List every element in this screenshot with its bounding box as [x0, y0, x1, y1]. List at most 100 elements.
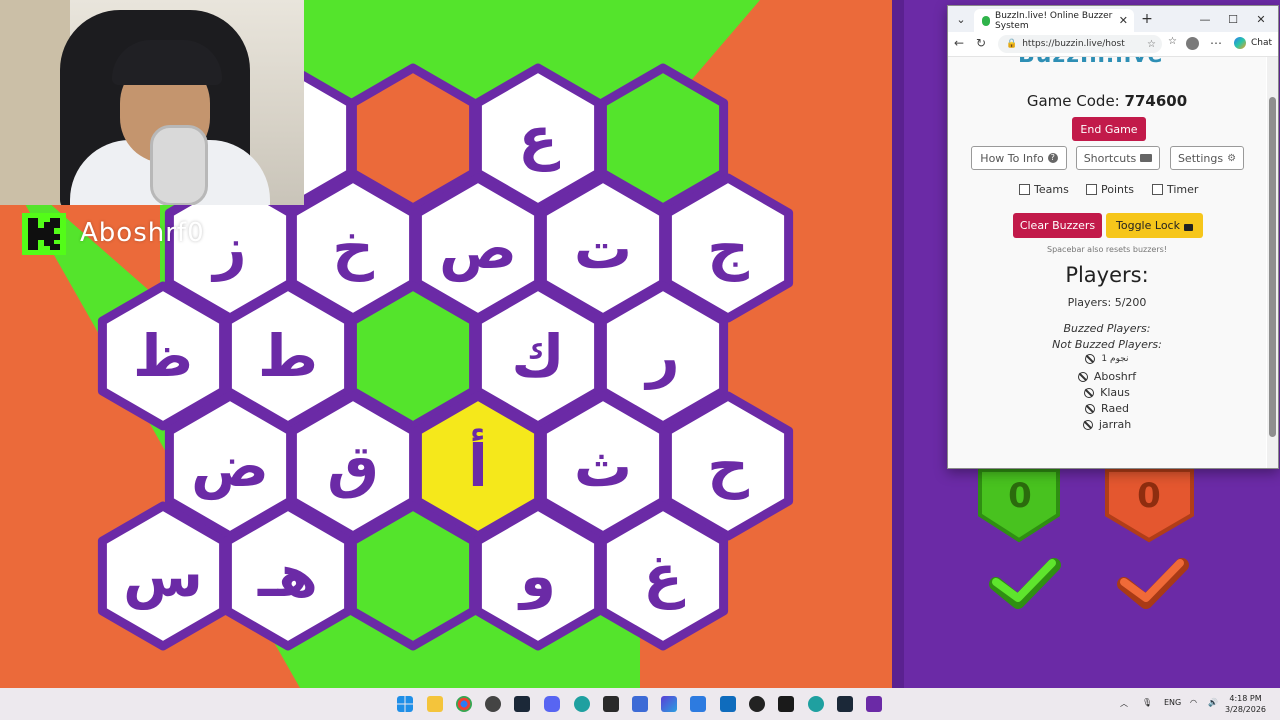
favorites-icon[interactable]: ☆ — [1168, 36, 1177, 47]
points-checkbox[interactable]: Points — [1086, 183, 1134, 196]
tab-title: BuzzIn.live! Online Buzzer System — [995, 10, 1113, 31]
back-icon[interactable]: ← — [954, 36, 964, 50]
refresh-icon[interactable]: ↻ — [976, 36, 986, 50]
store-icon[interactable] — [690, 696, 706, 712]
minimize-icon[interactable]: — — [1198, 10, 1212, 28]
microphone-icon[interactable]: 🎙 — [1142, 698, 1152, 707]
hex-cell[interactable]: و — [472, 501, 604, 651]
gear-icon: ⚙ — [1227, 152, 1237, 164]
player-row[interactable]: Raed — [948, 402, 1266, 415]
close-window-icon[interactable]: ✕ — [1254, 10, 1268, 28]
site-logo: BuzzIn.live — [1018, 57, 1164, 68]
volume-icon[interactable]: 🔊 — [1208, 698, 1218, 707]
address-bar[interactable]: 🔒 https://buzzin.live/host ☆ — [998, 35, 1162, 53]
hex-letter: خ — [332, 214, 374, 282]
tray-chevron-icon[interactable]: ︿ — [1120, 698, 1128, 709]
hex-cell[interactable]: س — [97, 501, 229, 651]
ban-icon[interactable] — [1085, 354, 1096, 364]
windows-start-icon[interactable] — [397, 696, 413, 712]
players-count: Players: 5/200 — [1067, 296, 1147, 309]
settings-button[interactable]: Settings ⚙ — [1170, 146, 1244, 170]
hex-letter: ث — [574, 432, 632, 500]
ban-icon[interactable] — [1084, 387, 1095, 398]
hex-letter: ض — [191, 432, 269, 500]
edge-icon[interactable] — [574, 696, 590, 712]
itunes-icon[interactable] — [485, 696, 501, 712]
m365-icon[interactable] — [661, 696, 677, 712]
end-game-button[interactable]: End Game — [1072, 117, 1146, 141]
hex-letter: ع — [518, 104, 560, 172]
player-row[interactable]: Aboshrf — [948, 370, 1266, 383]
browser-nav-bar: ← ↻ 🔒 https://buzzin.live/host ☆ ☆ ⋯ Cha… — [948, 32, 1278, 57]
lock-icon: 🔒 — [1006, 39, 1018, 49]
edge-active-icon[interactable] — [808, 696, 824, 712]
file-explorer-icon[interactable] — [427, 696, 443, 712]
maximize-icon[interactable]: ☐ — [1226, 10, 1240, 28]
hex-letter: ط — [258, 322, 318, 390]
obs-icon[interactable] — [749, 696, 765, 712]
tab-list-chevron-icon[interactable]: ⌄ — [954, 10, 968, 28]
epic-games-icon[interactable] — [603, 696, 619, 712]
hex-letter: ك — [511, 322, 564, 390]
language-indicator[interactable]: ENG — [1164, 698, 1181, 707]
clear-buzzers-button[interactable]: Clear Buzzers — [1013, 213, 1102, 238]
green-team-score: 0 — [1008, 476, 1032, 516]
hex-cell[interactable] — [347, 501, 479, 651]
close-tab-icon[interactable]: ✕ — [1119, 14, 1128, 27]
wifi-icon[interactable]: ◠ — [1190, 698, 1197, 707]
game-code: Game Code: 774600 — [948, 92, 1266, 110]
discord-icon[interactable] — [544, 696, 560, 712]
page-scrollbar[interactable] — [1267, 57, 1278, 468]
hex-letter: ز — [210, 214, 246, 282]
timer-checkbox[interactable]: Timer — [1152, 183, 1198, 196]
shortcuts-button[interactable]: Shortcuts — [1076, 146, 1160, 170]
ban-icon[interactable] — [1085, 403, 1096, 414]
steam-2-icon[interactable] — [837, 696, 853, 712]
hex-letter: أ — [468, 428, 488, 500]
hex-letter: و — [517, 542, 556, 611]
streamer-name: Aboshrf0 — [80, 218, 205, 248]
player-name: jarrah — [1098, 418, 1132, 431]
game-code-value: 774600 — [1124, 92, 1188, 110]
capcut-icon[interactable] — [778, 696, 794, 712]
how-to-info-button[interactable]: How To Info ? — [971, 146, 1067, 170]
browser-window[interactable]: ⌄ BuzzIn.live! Online Buzzer System ✕ + … — [947, 5, 1279, 469]
ban-icon[interactable] — [1077, 371, 1088, 382]
timer-checkbox-box[interactable] — [1152, 184, 1163, 195]
points-checkbox-box[interactable] — [1086, 184, 1097, 195]
hex-cell[interactable]: هـ — [222, 501, 354, 651]
hex-letter: ظ — [133, 322, 193, 390]
hex-letter: ح — [707, 432, 749, 500]
player-row[interactable]: Klaus — [948, 386, 1266, 399]
browser-tab[interactable]: BuzzIn.live! Online Buzzer System ✕ — [974, 9, 1134, 32]
outlook-icon[interactable] — [720, 696, 736, 712]
game-app-icon[interactable] — [866, 696, 882, 712]
url-text: https://buzzin.live/host — [1022, 39, 1125, 49]
copilot-icon[interactable] — [1234, 37, 1246, 49]
toggle-lock-button[interactable]: Toggle Lock — [1106, 213, 1203, 238]
teams-checkbox-box[interactable] — [1019, 184, 1030, 195]
scrollbar-thumb[interactable] — [1269, 97, 1276, 437]
chrome-icon[interactable] — [456, 696, 472, 712]
steam-icon[interactable] — [514, 696, 530, 712]
player-row[interactable]: jarrah — [948, 418, 1266, 431]
app-icon[interactable] — [632, 696, 648, 712]
host-page: BuzzIn.live Game Code: 774600 End Game H… — [948, 57, 1266, 468]
unlock-icon — [1183, 223, 1193, 231]
players-heading: Players: — [1065, 263, 1149, 287]
player-row[interactable]: نجوم 1 — [948, 354, 1266, 364]
chat-label[interactable]: Chat — [1251, 38, 1272, 48]
more-menu-icon[interactable]: ⋯ — [1210, 36, 1222, 50]
hex-shape — [347, 501, 479, 651]
teams-checkbox[interactable]: Teams — [1019, 183, 1069, 196]
favorite-star-icon[interactable]: ☆ — [1147, 39, 1156, 50]
hex-cell[interactable]: غ — [597, 501, 729, 651]
timer-label: Timer — [1167, 183, 1199, 196]
hex-letter: هـ — [257, 542, 318, 610]
system-clock[interactable]: 4:18 PM 3/28/2026 — [1225, 693, 1266, 715]
question-circle-icon: ? — [1047, 153, 1058, 163]
profile-avatar[interactable] — [1186, 37, 1199, 50]
player-name: Raed — [1101, 402, 1129, 415]
new-tab-icon[interactable]: + — [1140, 10, 1154, 28]
ban-icon[interactable] — [1082, 419, 1093, 430]
